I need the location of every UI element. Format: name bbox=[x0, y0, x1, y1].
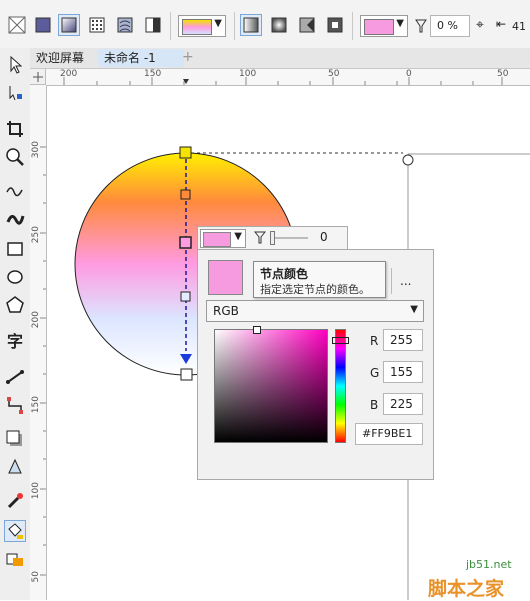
crop-tool-icon[interactable] bbox=[4, 118, 26, 140]
hue-slider[interactable] bbox=[335, 329, 346, 443]
zoom-tool-icon[interactable] bbox=[4, 146, 26, 168]
ruler-tick-label: 200 bbox=[60, 69, 78, 79]
end-node-handle[interactable] bbox=[180, 368, 193, 381]
blue-value-input[interactable]: 225 bbox=[383, 393, 423, 415]
toolbox: 字 bbox=[0, 48, 31, 600]
ruler-tick-label: 150 bbox=[144, 69, 162, 79]
gradient-preview bbox=[182, 19, 212, 35]
color-model-label: RGB bbox=[213, 304, 239, 318]
transparency-icon bbox=[414, 18, 428, 37]
transparency-icon bbox=[253, 231, 267, 248]
green-value-input[interactable]: 155 bbox=[383, 361, 423, 383]
texture-fill-icon[interactable] bbox=[114, 14, 136, 36]
node-color-swatch bbox=[203, 232, 231, 247]
text-tool-icon[interactable]: 字 bbox=[4, 328, 26, 351]
separator bbox=[391, 268, 392, 294]
separator bbox=[352, 12, 353, 40]
ruler-tick-label: 100 bbox=[239, 69, 257, 79]
red-value-input[interactable]: 255 bbox=[383, 329, 423, 351]
tab-welcome-screen[interactable]: 欢迎屏幕 bbox=[30, 49, 91, 67]
property-bar: ▼ ▼ 0 % ⌖ ⇤ 41 bbox=[0, 0, 530, 49]
ruler-tick-label: 50 bbox=[328, 69, 340, 79]
horizontal-ruler[interactable]: 200 150 100 50 0 50 bbox=[46, 69, 530, 86]
ruler-tick-label: 250 bbox=[31, 226, 41, 244]
tooltip-description: 指定选定节点的颜色。 bbox=[260, 283, 370, 296]
eyedropper-icon[interactable] bbox=[4, 490, 26, 512]
node-opacity-input[interactable]: 0 bbox=[314, 228, 346, 248]
node-color-dropdown[interactable]: ▼ bbox=[200, 229, 246, 248]
freehand-tool-icon[interactable] bbox=[4, 180, 26, 202]
artistic-media-icon[interactable] bbox=[4, 208, 26, 230]
conical-fountain-icon[interactable] bbox=[296, 14, 318, 36]
r-label: R bbox=[370, 334, 379, 348]
transparency-tool-icon[interactable] bbox=[4, 456, 26, 478]
color-area-marker[interactable] bbox=[253, 326, 261, 334]
fill-color-swatch bbox=[364, 19, 394, 35]
interactive-fill-icon[interactable] bbox=[4, 520, 26, 542]
start-node-handle[interactable] bbox=[179, 146, 192, 159]
g-label: G bbox=[370, 366, 380, 380]
color-model-dropdown[interactable]: RGB ▼ bbox=[206, 300, 424, 322]
ruler-tick-label: 150 bbox=[31, 396, 41, 414]
chevron-down-icon: ▼ bbox=[396, 18, 404, 29]
watermark-name: 脚本之家 bbox=[428, 578, 505, 600]
ruler-tick-label: 300 bbox=[31, 141, 41, 159]
ruler-tick-label: 50 bbox=[497, 69, 509, 79]
opacity-input[interactable]: 0 % bbox=[430, 15, 470, 37]
separator bbox=[234, 12, 235, 40]
b-label: B bbox=[370, 398, 379, 412]
selected-node-handle[interactable] bbox=[179, 236, 192, 249]
node-color-dropdown[interactable]: ▼ bbox=[360, 15, 408, 37]
no-fill-icon[interactable] bbox=[6, 14, 28, 36]
slider-thumb[interactable] bbox=[270, 231, 275, 245]
pick-tool-icon[interactable] bbox=[4, 54, 26, 76]
node-opacity-slider[interactable] bbox=[270, 231, 308, 245]
more-options-button[interactable]: ... bbox=[400, 274, 411, 288]
chevron-down-icon: ▼ bbox=[410, 304, 418, 315]
add-tab-button[interactable]: + bbox=[176, 49, 200, 67]
rectangular-fountain-icon[interactable] bbox=[324, 14, 346, 36]
pattern-fill-icon[interactable] bbox=[86, 14, 108, 36]
ellipse-tool-icon[interactable] bbox=[4, 266, 26, 288]
hue-slider-thumb[interactable] bbox=[332, 337, 349, 344]
fountain-fill-icon[interactable] bbox=[58, 14, 80, 36]
connector-tool-icon[interactable] bbox=[4, 394, 26, 416]
hex-value-input[interactable]: #FF9BE1 bbox=[355, 423, 423, 445]
elliptical-fountain-icon[interactable] bbox=[268, 14, 290, 36]
linear-fountain-icon[interactable] bbox=[240, 14, 262, 36]
fountain-type-dropdown[interactable]: ▼ bbox=[178, 15, 226, 37]
postscript-fill-icon[interactable] bbox=[142, 14, 164, 36]
uniform-fill-icon[interactable] bbox=[32, 14, 54, 36]
vertical-ruler[interactable]: 300 250 200 150 100 50 bbox=[30, 85, 47, 600]
chevron-down-icon: ▼ bbox=[214, 18, 222, 29]
current-color-swatch bbox=[208, 260, 243, 295]
ruler-origin[interactable] bbox=[30, 69, 46, 85]
tab-untitled-1[interactable]: 未命名 -1 bbox=[98, 49, 184, 67]
ruler-tick-label: 50 bbox=[31, 571, 41, 583]
offset-icon: ⇤ bbox=[496, 17, 507, 31]
transparency-handle[interactable] bbox=[402, 154, 414, 166]
smart-fill-icon[interactable] bbox=[4, 548, 26, 570]
ruler-tick-label: 100 bbox=[31, 482, 41, 500]
ruler-tick-label: 200 bbox=[31, 311, 41, 329]
rectangle-tool-icon[interactable] bbox=[4, 238, 26, 260]
shape-tool-icon[interactable] bbox=[4, 82, 26, 104]
ruler-tick-label: 0 bbox=[406, 69, 412, 79]
dimension-tool-icon[interactable] bbox=[4, 366, 26, 388]
offset-input[interactable]: 41 bbox=[512, 20, 526, 33]
separator bbox=[170, 12, 171, 40]
color-saturation-area[interactable] bbox=[214, 329, 328, 443]
tooltip: 节点颜色 指定选定节点的颜色。 bbox=[253, 261, 386, 298]
polygon-tool-icon[interactable] bbox=[4, 294, 26, 316]
color-node-handle[interactable] bbox=[180, 291, 191, 302]
tooltip-title: 节点颜色 bbox=[260, 267, 309, 281]
drop-shadow-icon[interactable] bbox=[4, 428, 26, 450]
node-mini-toolbar: ▼ 0 bbox=[197, 226, 348, 251]
watermark-site: jb51.net bbox=[466, 558, 512, 571]
chevron-down-icon: ▼ bbox=[234, 231, 242, 242]
color-node-handle[interactable] bbox=[180, 189, 191, 200]
document-tabs: 欢迎屏幕 未命名 -1 + bbox=[30, 48, 530, 69]
move-icon: ⌖ bbox=[476, 17, 484, 33]
